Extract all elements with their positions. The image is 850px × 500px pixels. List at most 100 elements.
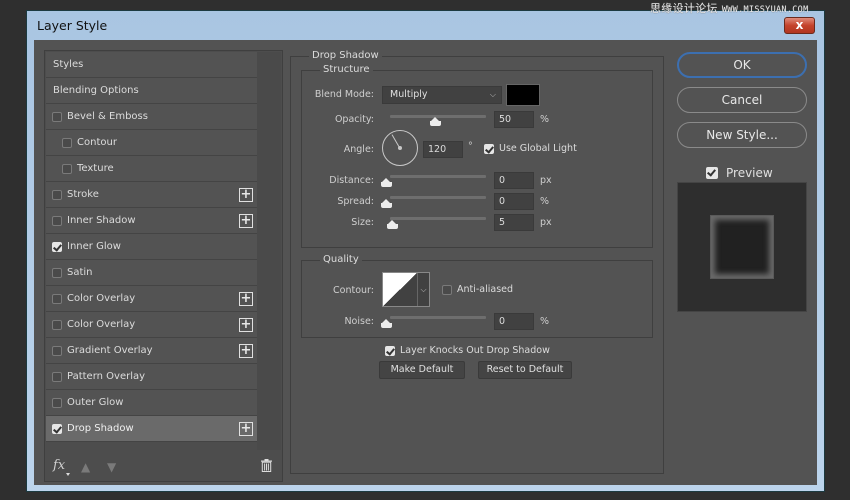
preview-check-icon[interactable] xyxy=(706,167,718,179)
watermark-url: WWW.MISSYUAN.COM xyxy=(721,5,809,15)
preview-thumbnail xyxy=(710,215,774,279)
style-checkbox[interactable] xyxy=(52,241,62,252)
style-item-color-overlay[interactable]: Color Overlay + xyxy=(46,286,257,312)
preview-checkbox[interactable]: Preview xyxy=(706,166,773,180)
blend-mode-select[interactable]: Multiply ⌵ xyxy=(382,86,502,104)
section-title: Drop Shadow xyxy=(309,50,382,61)
watermark: 思缘设计论坛 WWW.MISSYUAN.COM xyxy=(650,0,809,16)
style-checkbox[interactable] xyxy=(52,397,62,408)
angle-input[interactable]: 120 xyxy=(423,141,463,158)
spread-slider-track[interactable] xyxy=(390,196,486,199)
size-slider-thumb[interactable] xyxy=(387,220,398,229)
style-item-blending-options[interactable]: Blending Options xyxy=(46,78,257,104)
style-item-label: Gradient Overlay xyxy=(67,345,153,356)
noise-slider-thumb[interactable] xyxy=(381,319,392,328)
shadow-color-swatch[interactable] xyxy=(506,84,540,106)
contour-preview[interactable] xyxy=(383,273,417,306)
ok-button[interactable]: OK xyxy=(677,52,807,78)
blend-mode-value: Multiply xyxy=(390,89,428,100)
style-item-satin[interactable]: Satin xyxy=(46,260,257,286)
add-effect-plus-icon[interactable]: + xyxy=(239,292,253,306)
style-checkbox[interactable] xyxy=(52,293,62,304)
style-item-gradient-overlay[interactable]: Gradient Overlay + xyxy=(46,338,257,364)
styles-list: Styles Blending Options Bevel & Emboss Cont… xyxy=(46,52,257,442)
knocks-out-check-icon[interactable] xyxy=(385,345,395,356)
add-effect-plus-icon[interactable]: + xyxy=(239,188,253,202)
chevron-down-icon[interactable]: ⌵ xyxy=(417,273,429,306)
style-checkbox[interactable] xyxy=(52,319,62,330)
distance-slider-thumb[interactable] xyxy=(381,178,392,187)
style-item-label: Inner Glow xyxy=(67,241,121,252)
layer-style-dialog: Layer Style x Styles Blending Options Beve… xyxy=(26,10,825,492)
style-item-pattern-overlay[interactable]: Pattern Overlay xyxy=(46,364,257,390)
angle-hub xyxy=(398,146,402,150)
preview-label: Preview xyxy=(726,166,773,180)
move-up-icon[interactable]: ▲ xyxy=(81,460,90,474)
style-item-label: Drop Shadow xyxy=(67,423,134,434)
noise-slider-track[interactable] xyxy=(390,316,486,319)
noise-unit: % xyxy=(540,316,550,327)
style-item-outer-glow[interactable]: Outer Glow xyxy=(46,390,257,416)
style-item-label: Styles xyxy=(53,59,84,70)
move-down-icon[interactable]: ▼ xyxy=(107,460,116,474)
styles-panel: Styles Blending Options Bevel & Emboss Cont… xyxy=(44,50,283,482)
style-checkbox[interactable] xyxy=(52,267,62,278)
knocks-out-checkbox[interactable]: Layer Knocks Out Drop Shadow xyxy=(385,345,550,356)
style-checkbox[interactable] xyxy=(52,215,62,226)
styles-scrollbar[interactable] xyxy=(257,52,281,450)
size-label: Size: xyxy=(351,217,374,228)
style-item-bevel-emboss[interactable]: Bevel & Emboss xyxy=(46,104,257,130)
close-button[interactable]: x xyxy=(784,17,815,34)
opacity-input[interactable]: 50 xyxy=(494,111,534,128)
reset-to-default-button[interactable]: Reset to Default xyxy=(478,361,572,379)
noise-input[interactable]: 0 xyxy=(494,313,534,330)
style-checkbox[interactable] xyxy=(62,137,72,148)
contour-picker[interactable]: ⌵ xyxy=(382,272,430,307)
style-item-label: Stroke xyxy=(67,189,99,200)
style-item-styles[interactable]: Styles xyxy=(46,52,257,78)
cancel-button[interactable]: Cancel xyxy=(677,87,807,113)
anti-aliased-check-icon[interactable] xyxy=(442,284,452,295)
distance-slider-track[interactable] xyxy=(390,175,486,178)
angle-unit: ° xyxy=(468,141,473,152)
spread-input[interactable]: 0 xyxy=(494,193,534,210)
trash-icon[interactable] xyxy=(261,459,272,476)
add-effect-plus-icon[interactable]: + xyxy=(239,344,253,358)
style-item-inner-shadow[interactable]: Inner Shadow + xyxy=(46,208,257,234)
fx-button[interactable]: fx xyxy=(53,458,65,473)
style-checkbox[interactable] xyxy=(52,345,62,356)
style-checkbox[interactable] xyxy=(62,163,72,174)
style-item-texture[interactable]: Texture xyxy=(46,156,257,182)
size-unit: px xyxy=(540,217,552,228)
knocks-out-label: Layer Knocks Out Drop Shadow xyxy=(400,345,550,356)
style-item-label: Color Overlay xyxy=(67,293,136,304)
style-checkbox[interactable] xyxy=(52,423,62,434)
make-default-button[interactable]: Make Default xyxy=(379,361,465,379)
spread-unit: % xyxy=(540,196,550,207)
spread-slider-thumb[interactable] xyxy=(381,199,392,208)
watermark-text: 思缘设计论坛 xyxy=(650,2,718,15)
anti-aliased-label: Anti-aliased xyxy=(457,284,514,295)
style-item-color-overlay[interactable]: Color Overlay + xyxy=(46,312,257,338)
size-input[interactable]: 5 xyxy=(494,214,534,231)
angle-label: Angle: xyxy=(343,144,374,155)
style-item-stroke[interactable]: Stroke + xyxy=(46,182,257,208)
add-effect-plus-icon[interactable]: + xyxy=(239,214,253,228)
style-item-label: Outer Glow xyxy=(67,397,124,408)
new-style-button[interactable]: New Style... xyxy=(677,122,807,148)
style-item-drop-shadow[interactable]: Drop Shadow + xyxy=(46,416,257,442)
add-effect-plus-icon[interactable]: + xyxy=(239,318,253,332)
style-checkbox[interactable] xyxy=(52,371,62,382)
style-checkbox[interactable] xyxy=(52,111,62,122)
style-checkbox[interactable] xyxy=(52,189,62,200)
angle-dial[interactable] xyxy=(382,130,418,166)
opacity-slider-thumb[interactable] xyxy=(430,117,441,126)
use-global-light-check-icon[interactable] xyxy=(484,143,494,154)
add-effect-plus-icon[interactable]: + xyxy=(239,422,253,436)
style-item-contour[interactable]: Contour xyxy=(46,130,257,156)
style-item-inner-glow[interactable]: Inner Glow xyxy=(46,234,257,260)
size-slider-track[interactable] xyxy=(390,217,486,220)
anti-aliased-checkbox[interactable]: Anti-aliased xyxy=(442,284,513,295)
distance-input[interactable]: 0 xyxy=(494,172,534,189)
use-global-light-checkbox[interactable]: Use Global Light xyxy=(484,143,577,154)
